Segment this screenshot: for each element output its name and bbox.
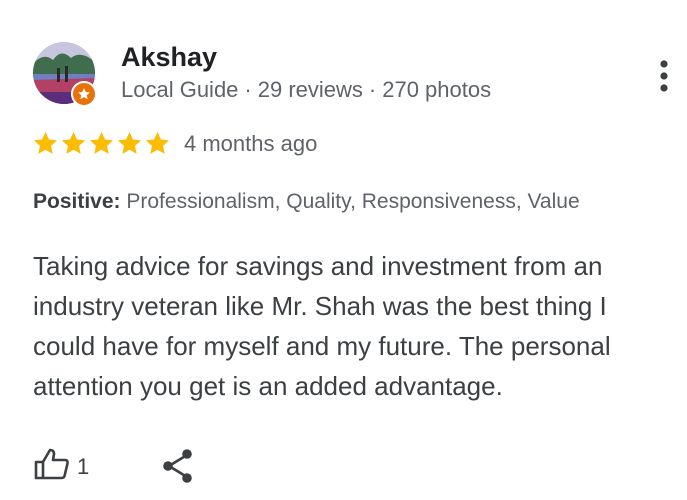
share-icon[interactable] bbox=[161, 448, 195, 489]
positive-label: Positive: bbox=[33, 190, 121, 213]
avatar[interactable] bbox=[33, 42, 97, 107]
separator-dot: · bbox=[368, 77, 377, 102]
local-guide-star-icon bbox=[71, 81, 97, 107]
star-rating bbox=[32, 130, 171, 157]
review-date: 4 months ago bbox=[184, 131, 318, 156]
reviewer-meta: Local Guide · 29 reviews · 270 photos bbox=[121, 77, 491, 103]
star-icon bbox=[89, 132, 114, 154]
review-text: Taking advice for savings and investment… bbox=[33, 251, 611, 401]
positive-items: Professionalism, Quality, Responsiveness… bbox=[126, 190, 580, 213]
star-icon bbox=[33, 132, 58, 154]
thumbs-up-icon bbox=[33, 447, 71, 486]
reviewer-role: Local Guide bbox=[121, 77, 239, 102]
star-icon bbox=[61, 132, 86, 154]
like-button[interactable]: 1 bbox=[33, 447, 89, 486]
reviewer-photo-count: 270 photos bbox=[382, 77, 492, 102]
star-icon bbox=[117, 132, 142, 154]
like-count: 1 bbox=[77, 453, 90, 479]
separator-dot: · bbox=[244, 77, 252, 102]
more-vertical-icon[interactable] bbox=[652, 56, 676, 96]
positive-attributes: Positive: Professionalism, Quality, Resp… bbox=[33, 190, 580, 214]
reviewer-review-count: 29 reviews bbox=[257, 77, 363, 102]
star-icon bbox=[145, 132, 170, 154]
reviewer-name[interactable]: Akshay bbox=[121, 42, 217, 73]
